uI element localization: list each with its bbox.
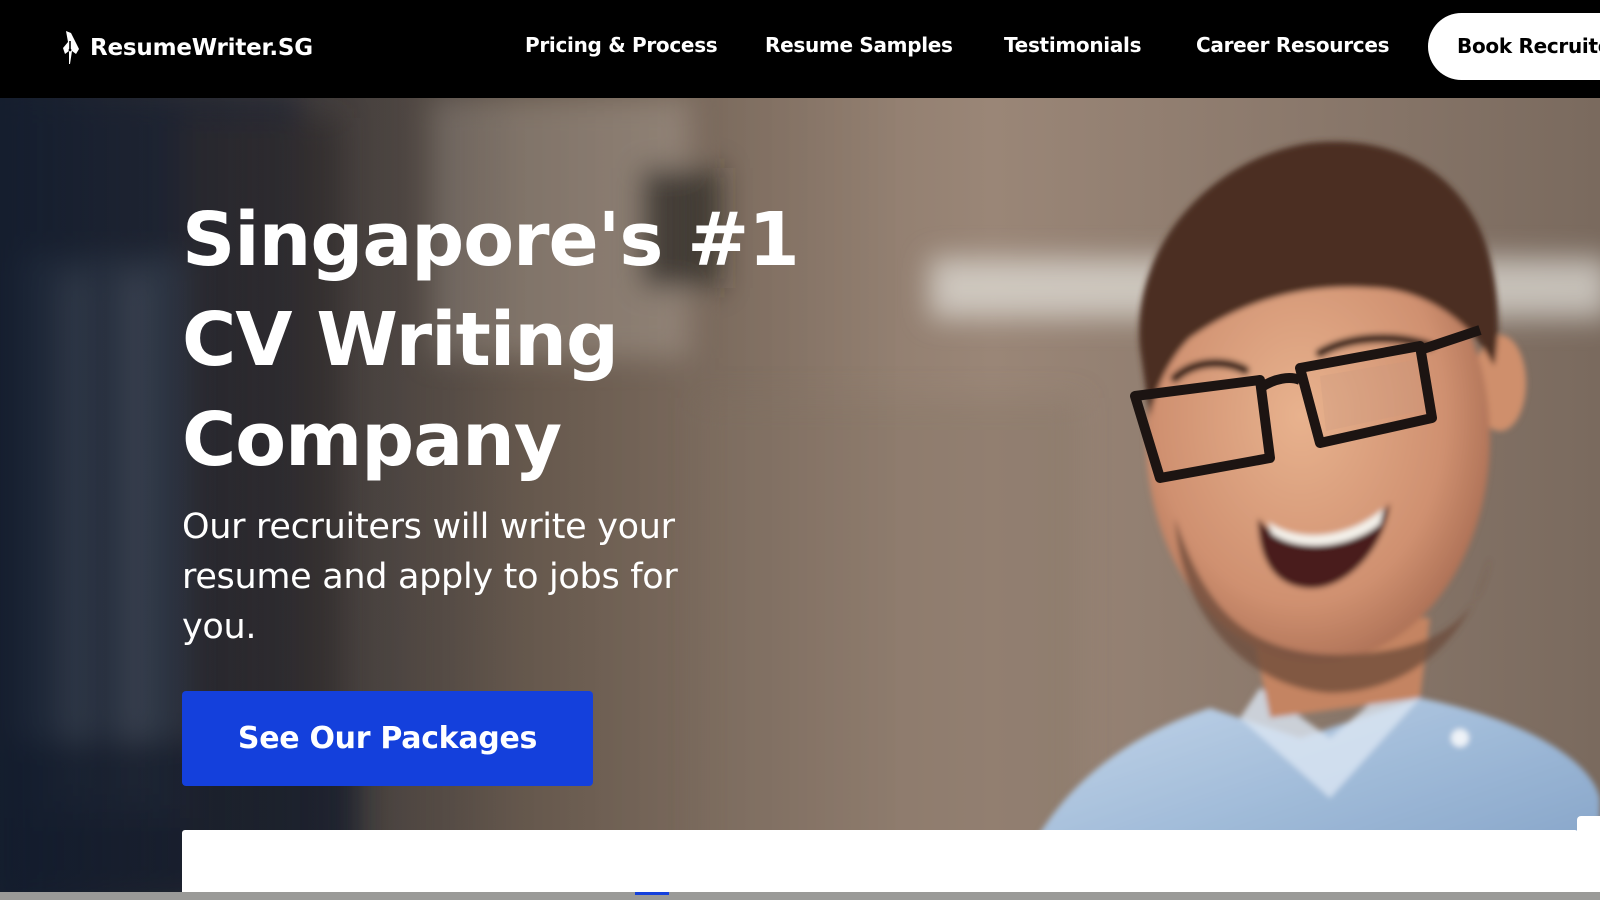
hero-title: Singapore's #1 CV Writing Company [182,197,800,483]
site-logo[interactable]: ResumeWriter.SG [60,28,313,68]
nav-pricing-process[interactable]: Pricing & Process [525,33,718,57]
right-edge-card [1577,816,1600,900]
nav-career-resources[interactable]: Career Resources [1196,33,1390,57]
fountain-pen-icon [63,31,79,64]
nav-resume-samples[interactable]: Resume Samples [765,33,953,57]
hero-subtitle: Our recruiters will write your resume an… [182,507,678,647]
hero-section: Singapore's #1 CV Writing Company Our re… [0,98,1600,900]
site-header: ResumeWriter.SG Pricing & Process Resume… [0,0,1600,98]
nav-testimonials[interactable]: Testimonials [1004,33,1142,57]
see-our-packages-button[interactable]: See Our Packages [182,691,593,786]
hero-info-card [182,830,1578,900]
bottom-strip-accent [635,892,669,895]
page-bottom-strip [0,892,1600,900]
brand-name: ResumeWriter.SG [90,35,313,61]
book-recruiter-button[interactable]: Book Recruiter [1428,13,1600,80]
